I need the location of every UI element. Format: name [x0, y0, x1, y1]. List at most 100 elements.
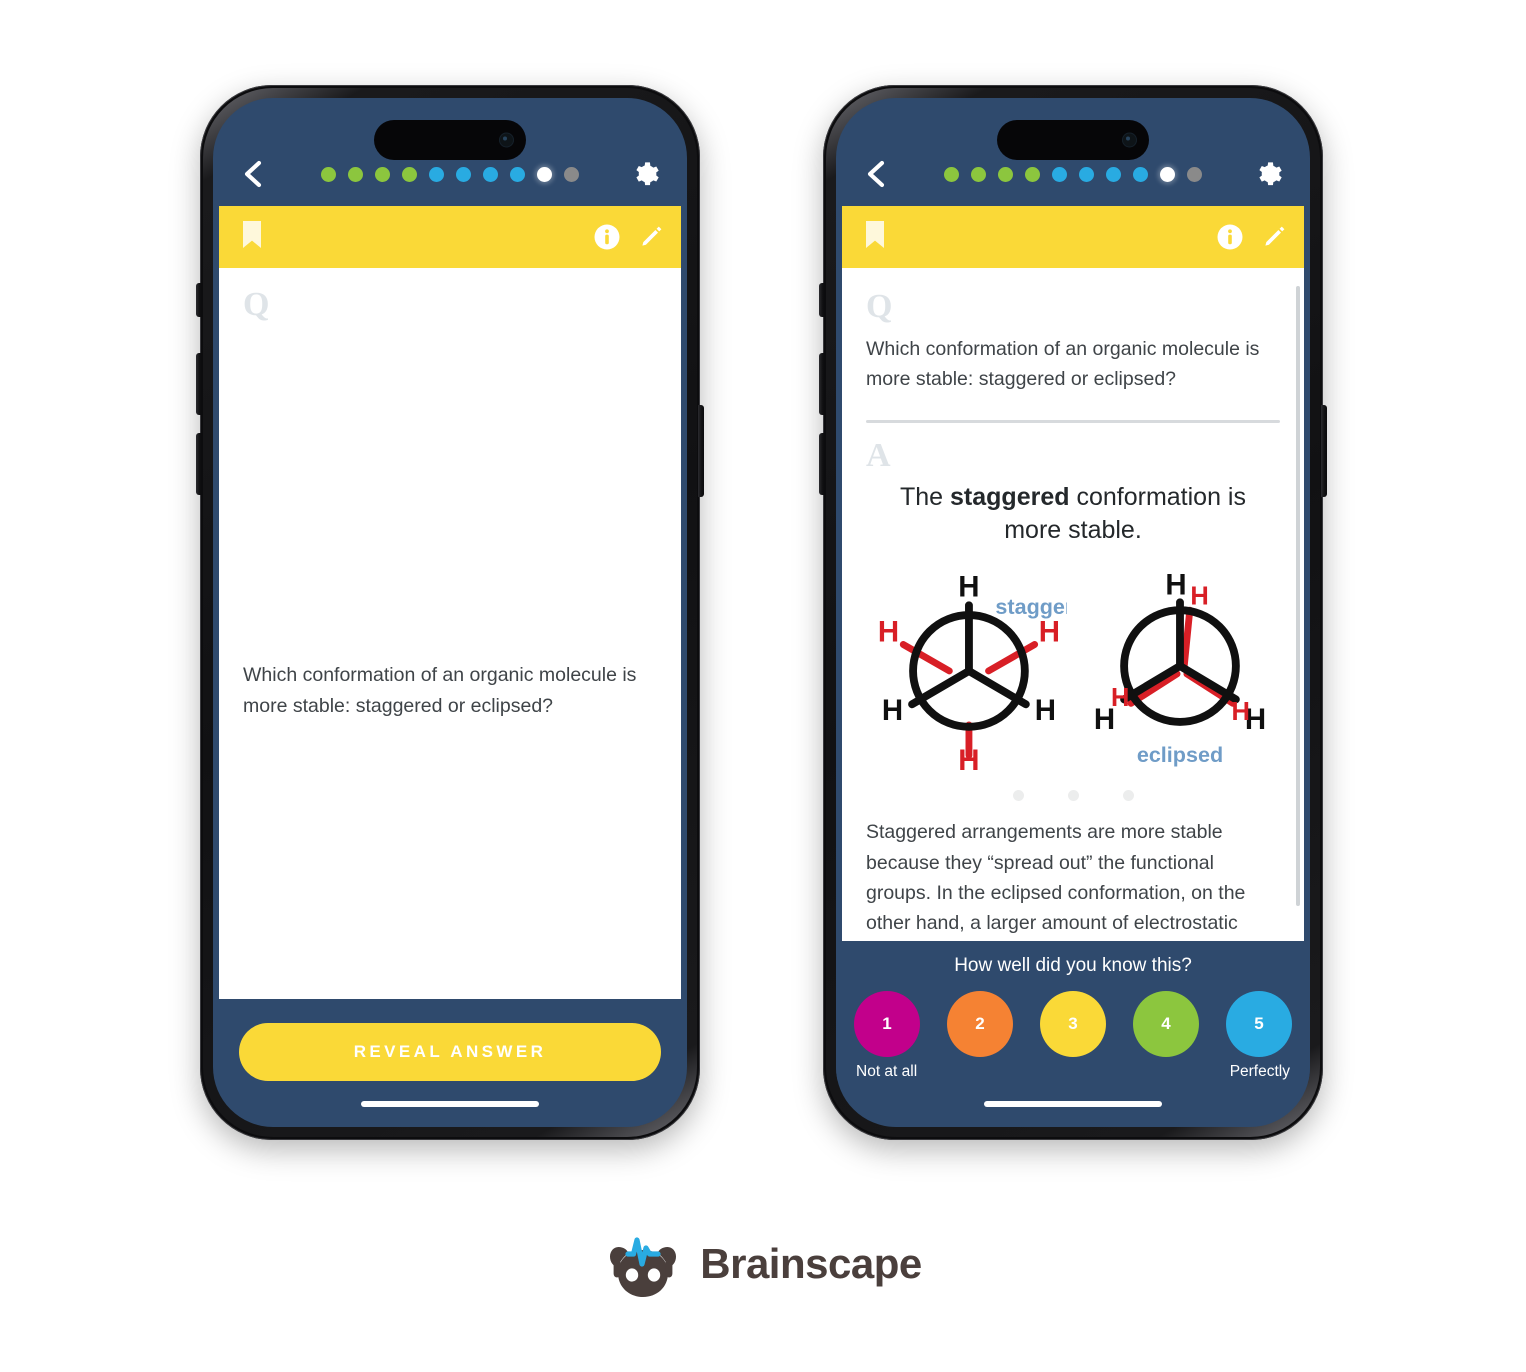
rating-button-2[interactable]: 2: [947, 991, 1013, 1057]
back-button[interactable]: [235, 156, 271, 192]
atom-label-H: H: [1232, 698, 1250, 726]
rating-label-high: Perfectly: [1229, 1063, 1290, 1080]
front-camera-icon: [499, 132, 514, 148]
brainscape-branding: Brainscape: [0, 1228, 1526, 1300]
progress-dot-3: [998, 166, 1013, 182]
eclipsed-molecule-svg: H H H H H H eclipsed: [1094, 569, 1266, 768]
staggered-label: staggered: [995, 595, 1067, 620]
rating-label-low: Not at all: [856, 1063, 918, 1080]
bookmark-icon[interactable]: [864, 220, 886, 255]
screen-left: Q Which conformation of an organic molec…: [213, 98, 687, 1127]
progress-dot-2: [348, 166, 363, 182]
card-progress-dots: [281, 156, 619, 192]
answer-heading-pre: The: [900, 483, 951, 512]
rating-button-4[interactable]: 4: [1133, 991, 1199, 1057]
progress-dot-4: [402, 166, 417, 182]
rating-button-5[interactable]: 5: [1226, 991, 1292, 1057]
gear-icon: [1259, 162, 1282, 186]
answer-explanation-text: Staggered arrangements are more stable b…: [866, 821, 1246, 935]
progress-dot-1: [944, 166, 959, 182]
volume-up-button[interactable]: [819, 353, 825, 415]
atom-label-H: H: [882, 694, 903, 727]
rating-button-1[interactable]: 1: [854, 991, 920, 1057]
brainscape-logo-icon: [610, 1237, 677, 1297]
progress-dot-6: [1079, 166, 1094, 182]
rating-question: How well did you know this?: [954, 955, 1192, 976]
question-marker: Q: [866, 288, 893, 325]
carousel-dot-2[interactable]: [1067, 790, 1079, 802]
eclipsed-label: eclipsed: [1137, 743, 1223, 768]
progress-dot-7: [483, 166, 498, 182]
staggered-molecule-svg: H H H H H H staggered: [878, 571, 1067, 777]
rating-buttons-row: 12345: [836, 991, 1310, 1057]
rating-scale-labels: Not at all Perfectly: [836, 1057, 1310, 1081]
volume-up-button[interactable]: [196, 353, 202, 415]
phone-left: Q Which conformation of an organic molec…: [196, 85, 704, 1140]
screen-right: Q Which conformation of an organic molec…: [836, 98, 1310, 1127]
progress-dot-2: [971, 166, 986, 182]
info-icon[interactable]: [593, 223, 621, 251]
card-progress-dots: [904, 156, 1242, 192]
pencil-icon[interactable]: [637, 223, 665, 251]
flashcard-right: Q Which conformation of an organic molec…: [842, 206, 1304, 941]
card-header-left: [219, 206, 681, 268]
bookmark-icon[interactable]: [241, 220, 263, 255]
dynamic-island: [374, 120, 526, 160]
progress-dot-5: [429, 166, 444, 182]
progress-dot-4: [1025, 166, 1040, 182]
back-button[interactable]: [858, 156, 894, 192]
gear-icon: [636, 162, 659, 186]
progress-dot-1: [321, 166, 336, 182]
question-marker: Q: [243, 286, 270, 323]
pencil-icon[interactable]: [1260, 223, 1288, 251]
front-camera-icon: [1122, 132, 1137, 148]
carousel-dot-1[interactable]: [1012, 790, 1024, 802]
atom-label-H: H: [1111, 685, 1129, 713]
rating-button-3[interactable]: 3: [1040, 991, 1106, 1057]
power-button[interactable]: [1321, 405, 1327, 497]
rating-panel: How well did you know this? 12345 Not at…: [836, 941, 1310, 1081]
card-header-right: [842, 206, 1304, 268]
brand-name: Brainscape: [700, 1240, 922, 1287]
power-button[interactable]: [698, 405, 704, 497]
answer-heading: The staggered conformation is more stabl…: [866, 473, 1280, 547]
silent-switch[interactable]: [819, 283, 825, 317]
answer-marker: A: [866, 437, 891, 475]
phone-right: Q Which conformation of an organic molec…: [819, 85, 1327, 1140]
progress-dot-6: [456, 166, 471, 182]
progress-dot-10: [1187, 166, 1202, 182]
home-indicator[interactable]: [984, 1101, 1162, 1107]
settings-button[interactable]: [1252, 156, 1288, 192]
silent-switch[interactable]: [196, 283, 202, 317]
progress-dot-9: [1160, 166, 1175, 182]
info-icon[interactable]: [1216, 223, 1244, 251]
dynamic-island: [997, 120, 1149, 160]
settings-button[interactable]: [629, 156, 665, 192]
home-indicator-area-right: [836, 1081, 1310, 1127]
card-body-left: Q Which conformation of an organic molec…: [219, 268, 681, 999]
vertical-scrollbar[interactable]: [1296, 286, 1300, 906]
image-carousel-dots[interactable]: [866, 776, 1280, 817]
progress-dot-10: [564, 166, 579, 182]
atom-label-H: H: [958, 744, 979, 776]
progress-dot-8: [1133, 166, 1148, 182]
volume-down-button[interactable]: [819, 433, 825, 495]
progress-dot-3: [375, 166, 390, 182]
newman-projection-diagram: H H H H H H staggered: [866, 547, 1280, 777]
atom-label-H: H: [958, 571, 979, 604]
atom-label-H: H: [1035, 694, 1056, 727]
reveal-answer-button[interactable]: REVEAL ANSWER: [239, 1023, 661, 1081]
progress-dot-7: [1106, 166, 1121, 182]
carousel-dot-3[interactable]: [1122, 790, 1134, 802]
atom-label-H: H: [1165, 569, 1186, 602]
progress-dot-8: [510, 166, 525, 182]
progress-dot-5: [1052, 166, 1067, 182]
question-text: Which conformation of an organic molecul…: [866, 338, 1260, 391]
progress-dot-9: [537, 166, 552, 182]
home-indicator[interactable]: [361, 1101, 539, 1107]
atom-label-H: H: [1039, 616, 1060, 649]
card-body-right[interactable]: Q Which conformation of an organic molec…: [842, 268, 1304, 941]
reveal-answer-area: REVEAL ANSWER: [213, 999, 687, 1081]
volume-down-button[interactable]: [196, 433, 202, 495]
flashcard-left: Q Which conformation of an organic molec…: [219, 206, 681, 999]
